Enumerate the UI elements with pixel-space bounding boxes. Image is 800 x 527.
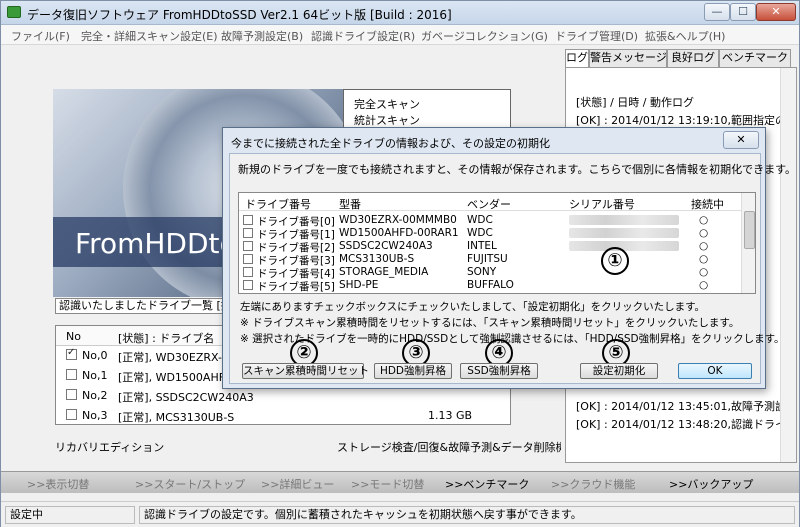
drive-history-table: ドライブ番号 型番 ベンダー シリアル番号 接続中 ドライブ番号[0] WD30… [238, 192, 756, 294]
column-drive-number[interactable]: ドライブ番号 [245, 196, 311, 212]
connected-indicator: ○ [699, 279, 709, 291]
drive-checkbox[interactable] [243, 228, 253, 238]
column-serial[interactable]: シリアル番号 [569, 196, 635, 212]
log-scrollbar[interactable] [780, 68, 796, 462]
backup-button[interactable]: >>バックアップ [669, 476, 753, 492]
connected-indicator: ○ [699, 240, 709, 252]
drive-table-header: ドライブ番号 型番 ベンダー シリアル番号 接続中 [239, 193, 741, 211]
log-header: [状態] / 日時 / 動作ログ [576, 96, 694, 109]
drive-checkbox[interactable] [243, 280, 253, 290]
connected-indicator: ○ [699, 266, 709, 278]
title-bar: データ復旧ソフトウェア FromHDDtoSSD Ver2.1 64ビット版 [… [1, 1, 799, 25]
tab-warning-messages[interactable]: 警告メッセージ [589, 49, 667, 67]
view-toggle-button[interactable]: >>表示切替 [27, 476, 89, 492]
menu-failure-prediction[interactable]: 故障予測設定(B) [221, 28, 303, 44]
column-model[interactable]: 型番 [339, 196, 361, 212]
status-message: 認識ドライブの設定です。個別に蓄積されたキャッシュを初期状態へ戻す事ができます。 [139, 506, 795, 524]
hdd-force-button[interactable]: HDD強制昇格 [374, 363, 452, 379]
connected-indicator: ○ [699, 227, 709, 239]
window-title: データ復旧ソフトウェア FromHDDtoSSD Ver2.1 64ビット版 [… [27, 8, 452, 22]
menu-drive-management[interactable]: ドライブ管理(D) [555, 28, 638, 44]
feature-label: ストレージ検査/回復&故障予測&データ削除機能 [337, 441, 578, 454]
maximize-button[interactable]: ☐ [730, 3, 756, 21]
drive-checkbox[interactable] [66, 347, 77, 360]
dialog-description: 新規のドライブを一度でも接続されますと、その情報が保存されます。こちらで個別に各… [238, 163, 797, 176]
drive-checkbox[interactable] [66, 369, 77, 380]
benchmark-button[interactable]: >>ベンチマーク [445, 476, 529, 492]
drive-checkbox[interactable] [243, 241, 253, 251]
tab-benchmark[interactable]: ベンチマーク [719, 49, 791, 67]
status-bar: 設定中 認識ドライブの設定です。個別に蓄積されたキャッシュを初期状態へ戻す事がで… [1, 501, 799, 527]
table-row[interactable]: ドライブ番号[1] WD1500AHFD-00RAR1 WDC ○ [239, 226, 741, 241]
instruction-note: ※ ドライブスキャン累積時間をリセットするには、「スキャン累積時間リセット」をク… [240, 317, 740, 329]
drive-checkbox[interactable] [243, 215, 253, 225]
table-scrollbar[interactable] [741, 193, 755, 293]
app-icon [7, 6, 21, 18]
full-scan-label[interactable]: 完全スキャン [354, 96, 420, 112]
scrollbar-thumb[interactable] [744, 211, 755, 249]
table-row[interactable]: ドライブ番号[0] WD30EZRX-00MMMB0 WDC ○ [239, 213, 741, 228]
column-connected[interactable]: 接続中 [691, 196, 724, 212]
table-row[interactable]: ドライブ番号[5] SHD-PE BUFFALO ○ [239, 278, 741, 293]
column-vendor[interactable]: ベンダー [467, 196, 511, 212]
ok-button[interactable]: OK [678, 363, 752, 379]
mode-toggle-button[interactable]: >>モード切替 [351, 476, 424, 492]
menu-file[interactable]: ファイル(F) [11, 28, 70, 44]
table-row[interactable]: ドライブ番号[4] STORAGE_MEDIA SONY ○ [239, 265, 741, 280]
statistics-scan-label[interactable]: 統計スキャン [354, 112, 420, 128]
table-row[interactable]: ドライブ番号[2] SSDSC2CW240A3 INTEL ○ [239, 239, 741, 254]
serial-redacted [569, 228, 679, 238]
tab-good-log[interactable]: 良好ログ [667, 49, 719, 67]
drive-info-reset-dialog: 今までに接続された全ドライブの情報および、その設定の初期化 ✕ 新規のドライブを… [222, 127, 796, 389]
menu-drive-settings[interactable]: 認識ドライブ設定(R) [311, 28, 415, 44]
detail-view-button[interactable]: >>詳細ビュー [261, 476, 334, 492]
instruction-note: ※ 選択されたドライブを一時的にHDD/SSDとして強制認識させるには、「HDD… [240, 333, 785, 345]
log-entry: [OK] : 2014/01/12 13:48:20,認識ドライ [576, 418, 786, 431]
menu-scan-settings[interactable]: 完全・詳細スキャン設定(E) [81, 28, 218, 44]
connected-indicator: ○ [699, 214, 709, 226]
dialog-close-button[interactable]: ✕ [723, 131, 759, 149]
drive-checkbox[interactable] [66, 409, 77, 420]
column-no[interactable]: No [66, 330, 81, 343]
close-button[interactable]: ✕ [756, 3, 796, 21]
drive-checkbox[interactable] [243, 267, 253, 277]
connected-indicator: ○ [699, 253, 709, 265]
cloud-button[interactable]: >>クラウド機能 [551, 476, 635, 492]
reset-settings-button[interactable]: 設定初期化 [580, 363, 658, 379]
scan-time-reset-button[interactable]: スキャン累積時間リセット [242, 363, 369, 379]
menu-bar: ファイル(F) 完全・詳細スキャン設定(E) 故障予測設定(B) 認識ドライブ設… [1, 25, 799, 45]
menu-garbage-collection[interactable]: ガベージコレクション(G) [421, 28, 548, 44]
start-stop-button[interactable]: >>スタート/ストップ [135, 476, 245, 492]
column-status-drive[interactable]: [状態] : ドライブ名 [118, 330, 214, 346]
drive-checkbox[interactable] [243, 254, 253, 264]
ssd-force-button[interactable]: SSD強制昇格 [460, 363, 538, 379]
status-mode: 設定中 [5, 506, 135, 524]
list-item[interactable]: No,2 [正常], SSDSC2CW240A3 [56, 387, 510, 405]
drive-checkbox[interactable] [66, 389, 77, 400]
dialog-title: 今までに接続された全ドライブの情報および、その設定の初期化 [231, 137, 550, 150]
function-bar: >>表示切替 >>スタート/ストップ >>詳細ビュー >>モード切替 >>ベンチ… [1, 471, 799, 493]
log-entry: [OK] : 2014/01/12 13:19:10,範囲指定の [576, 114, 786, 127]
menu-extension-help[interactable]: 拡張&ヘルプ(H) [645, 28, 725, 44]
list-item[interactable]: No,3 [正常], MCS3130UB-S 1.13 GB [56, 407, 510, 424]
serial-redacted [569, 215, 679, 225]
instruction-note: 左端にありますチェックボックスにチェックいたしまして、「設定初期化」をクリックい… [240, 301, 706, 313]
logo-text: FromHDDto [75, 227, 237, 260]
drive-size: 1.13 GB [428, 409, 473, 422]
tab-log[interactable]: ログ [565, 49, 589, 68]
edition-label: リカバリエディション [55, 441, 165, 454]
minimize-button[interactable]: — [704, 3, 730, 21]
log-entry: [OK] : 2014/01/12 13:45:01,故障予測設 [576, 400, 786, 413]
table-row[interactable]: ドライブ番号[3] MCS3130UB-S FUJITSU ○ [239, 252, 741, 267]
marker-1: ① [601, 247, 629, 275]
